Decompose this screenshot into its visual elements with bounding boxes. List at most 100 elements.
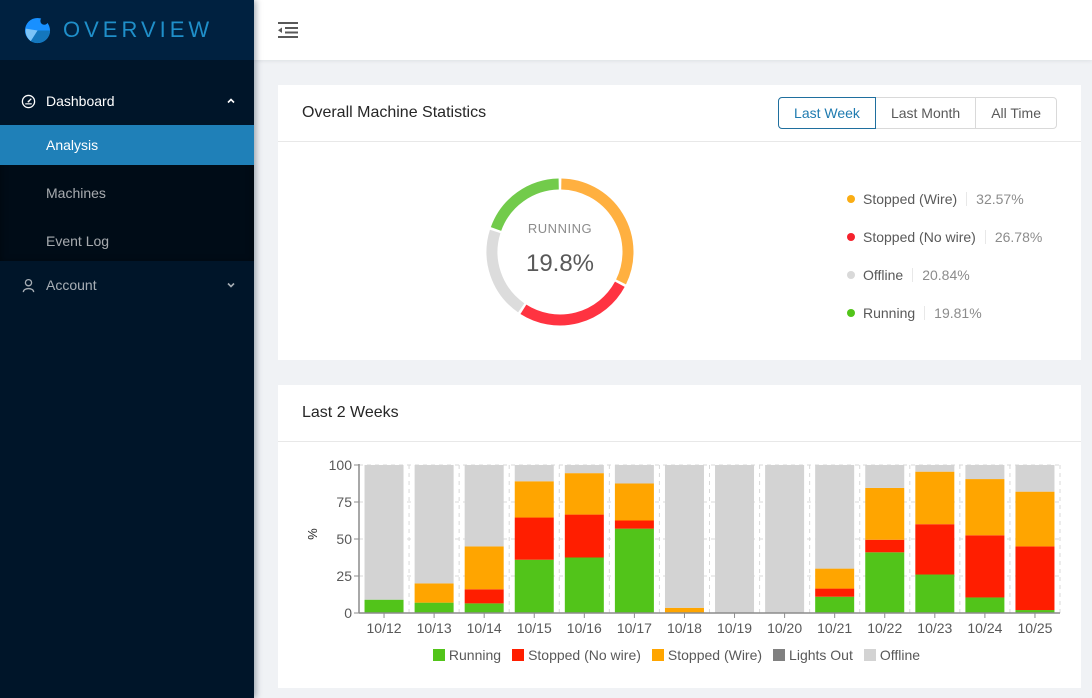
bar-legend-item-lights-out[interactable]: Lights Out — [773, 647, 853, 663]
bar-stopped-wire[interactable] — [414, 583, 454, 603]
bar-stopped-no-wire[interactable] — [965, 535, 1005, 598]
bar-offline[interactable] — [514, 465, 554, 482]
bar-group-10-15[interactable] — [514, 465, 554, 613]
sidebar-item-analysis[interactable]: Analysis — [0, 125, 254, 165]
legend-name: Running — [863, 305, 916, 321]
legend-label: Stopped (No wire) — [528, 647, 641, 663]
legend-swatch — [773, 649, 786, 661]
bar-stopped-no-wire[interactable] — [564, 514, 604, 558]
bar-offline[interactable] — [715, 465, 755, 613]
bar-offline[interactable] — [765, 465, 805, 613]
legend-swatch — [432, 649, 445, 661]
bar-stopped-wire[interactable] — [865, 487, 905, 540]
bar-running[interactable] — [414, 602, 454, 613]
range-all-time-button[interactable]: All Time — [976, 97, 1057, 129]
sidebar-item-dashboard[interactable]: Dashboard — [0, 77, 254, 125]
bar-legend-item-offline[interactable]: Offline — [863, 647, 921, 663]
bar-group-10-19[interactable] — [715, 465, 755, 613]
bar-stopped-wire[interactable] — [514, 481, 554, 518]
x-tick-label: 10/20 — [767, 620, 802, 636]
bar-offline[interactable] — [414, 465, 454, 584]
bar-running[interactable] — [965, 597, 1005, 613]
legend-dot — [847, 271, 855, 279]
bar-stopped-wire[interactable] — [915, 471, 955, 525]
bar-offline[interactable] — [965, 465, 1005, 480]
legend-divider — [984, 230, 986, 244]
bar-running[interactable] — [815, 596, 855, 613]
bar-legend-item-stopped-wire[interactable]: Stopped (Wire) — [651, 647, 762, 663]
bar-stopped-no-wire[interactable] — [464, 589, 504, 604]
y-tick-label: 50 — [336, 531, 352, 547]
bar-stopped-no-wire[interactable] — [614, 520, 654, 529]
x-tick-label: 10/12 — [367, 620, 402, 636]
bar-running[interactable] — [865, 552, 905, 613]
bar-stopped-wire[interactable] — [965, 479, 1005, 536]
bar-group-10-23[interactable] — [915, 465, 955, 613]
legend-dot — [847, 309, 855, 317]
bar-group-10-18[interactable] — [664, 465, 704, 613]
sidebar-item-machines[interactable]: Machines — [0, 173, 254, 213]
sidebar-item-account[interactable]: Account — [0, 261, 254, 309]
bar-stopped-no-wire[interactable] — [815, 588, 855, 597]
bar-stopped-wire[interactable] — [815, 568, 855, 589]
bar-offline[interactable] — [614, 465, 654, 484]
bar-running[interactable] — [464, 603, 504, 613]
bar-offline[interactable] — [464, 465, 504, 547]
bar-stopped-no-wire[interactable] — [915, 524, 955, 575]
bar-group-10-24[interactable] — [965, 465, 1005, 613]
bar-stopped-no-wire[interactable] — [865, 539, 905, 553]
bar-legend-item-stopped-no-wire[interactable]: Stopped (No wire) — [512, 647, 641, 663]
bar-stopped-wire[interactable] — [564, 473, 604, 515]
x-tick-label: 10/17 — [617, 620, 652, 636]
range-last-week-button[interactable]: Last Week — [778, 97, 876, 129]
bar-group-10-13[interactable] — [414, 465, 454, 613]
legend-item-stopped-no-wire[interactable]: Stopped (No wire) 26.78% — [847, 218, 1042, 256]
bar-stopped-wire[interactable] — [464, 546, 504, 590]
x-tick-label: 10/21 — [817, 620, 852, 636]
bar-legend-item-running[interactable]: Running — [432, 647, 501, 663]
bar-group-10-12[interactable] — [364, 465, 404, 613]
bar-stopped-wire[interactable] — [664, 607, 704, 613]
x-tick-label: 10/19 — [717, 620, 752, 636]
bar-group-10-17[interactable] — [614, 465, 654, 613]
legend-item-running[interactable]: Running 19.81% — [847, 294, 1042, 332]
bar-offline[interactable] — [865, 465, 905, 488]
bar-stopped-wire[interactable] — [1015, 491, 1055, 547]
legend-item-offline[interactable]: Offline 20.84% — [847, 256, 1042, 294]
bar-group-10-21[interactable] — [815, 465, 855, 613]
legend-label: Offline — [879, 647, 921, 663]
bar-running[interactable] — [915, 574, 955, 613]
x-tick-label: 10/14 — [467, 620, 502, 636]
bar-offline[interactable] — [564, 465, 604, 474]
bar-offline[interactable] — [815, 465, 855, 569]
bar-group-10-22[interactable] — [865, 465, 905, 613]
y-tick-label: 75 — [336, 494, 352, 510]
bar-offline[interactable] — [364, 465, 404, 600]
donut-center-label: RUNNING — [527, 220, 593, 236]
legend-percent: 32.57% — [976, 191, 1024, 207]
logo-icon — [24, 16, 51, 43]
bar-running[interactable] — [614, 528, 654, 613]
legend-percent: 20.84% — [922, 267, 970, 283]
bar-stopped-no-wire[interactable] — [1015, 546, 1055, 611]
bar-running[interactable] — [564, 557, 604, 614]
bar-group-10-14[interactable] — [464, 465, 504, 613]
range-last-month-button[interactable]: Last Month — [875, 97, 977, 129]
legend-item-stopped-wire[interactable]: Stopped (Wire) 32.57% — [847, 180, 1042, 218]
bar-running[interactable] — [514, 559, 554, 613]
logo[interactable]: OVERVIEW — [0, 0, 254, 60]
sidebar-item-label: Account — [46, 277, 97, 293]
bar-stopped-wire[interactable] — [614, 483, 654, 521]
bar-group-10-20[interactable] — [765, 465, 805, 613]
legend-percent: 19.81% — [934, 305, 982, 321]
bar-group-10-25[interactable] — [1015, 465, 1055, 613]
bar-stopped-no-wire[interactable] — [514, 517, 554, 560]
bar-offline[interactable] — [915, 465, 955, 472]
sidebar-item-event-log[interactable]: Event Log — [0, 221, 254, 261]
bar-running[interactable] — [364, 599, 404, 613]
menu-fold-icon[interactable] — [278, 21, 298, 39]
top-header — [254, 0, 1092, 60]
bar-group-10-16[interactable] — [564, 465, 604, 614]
bar-offline[interactable] — [1015, 465, 1055, 492]
bar-offline[interactable] — [664, 465, 704, 608]
